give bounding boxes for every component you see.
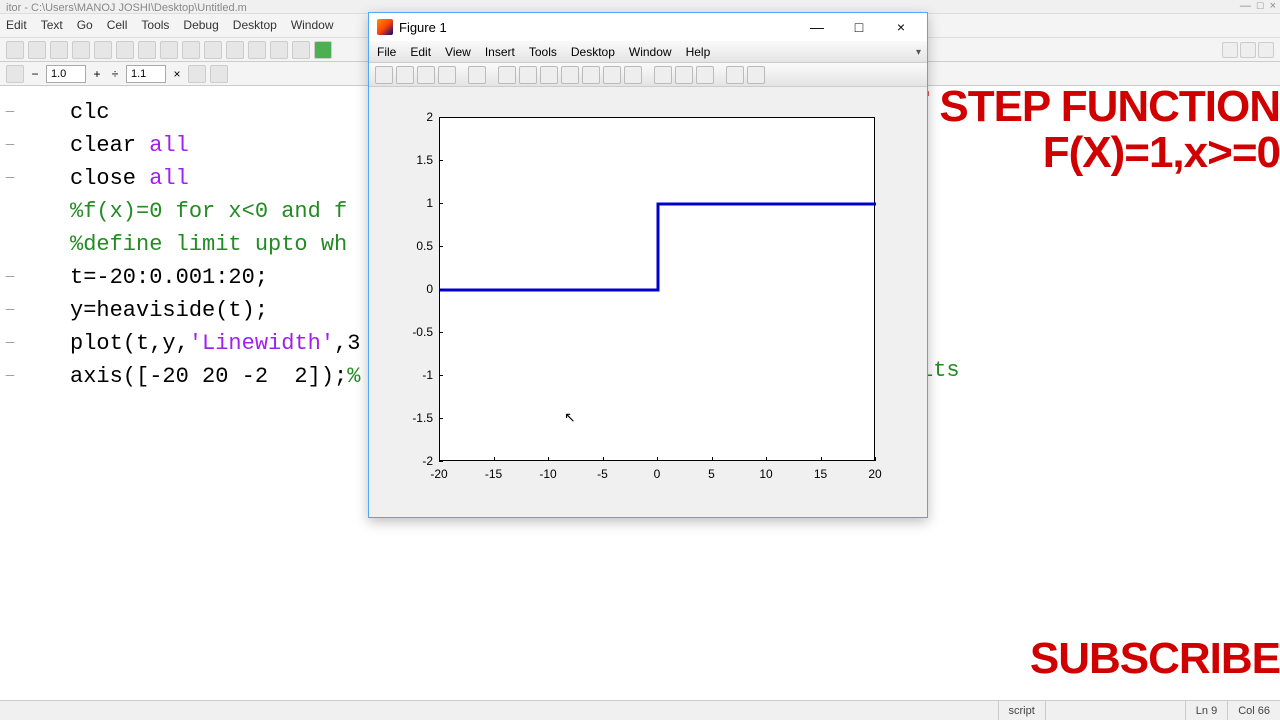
figure-titlebar[interactable]: Figure 1 — □ ×	[369, 13, 927, 41]
overlay-subscribe: SUBSCRIBE	[1030, 634, 1280, 684]
app-window-controls: — □ ×	[1240, 0, 1276, 12]
axes[interactable]	[439, 117, 875, 461]
overlay-equation: F(X)=1,x>=0	[1043, 128, 1280, 178]
find-icon[interactable]	[204, 41, 222, 59]
statusbar: script Ln 9 Col 66	[0, 700, 1280, 720]
fx-icon[interactable]	[292, 41, 310, 59]
undo-icon[interactable]	[138, 41, 156, 59]
layout-icon-1[interactable]	[1222, 42, 1238, 58]
fig-zoomin-icon[interactable]	[498, 66, 516, 84]
fig-rotate-icon[interactable]	[561, 66, 579, 84]
fig-menu-view[interactable]: View	[445, 45, 471, 59]
app-title: itor - C:\Users\MANOJ JOSHI\Desktop\Unti…	[6, 2, 247, 14]
fig-pointer-icon[interactable]	[468, 66, 486, 84]
menu-window[interactable]: Window	[291, 18, 334, 33]
figure-window[interactable]: Figure 1 — □ × File Edit View Insert Too…	[368, 12, 928, 518]
close-icon[interactable]: ×	[1270, 0, 1276, 12]
step-plot	[440, 118, 876, 462]
menu-go[interactable]: Go	[77, 18, 93, 33]
fig-save-icon[interactable]	[417, 66, 435, 84]
plot-area: -2-1.5-1-0.500.511.52-20-15-10-505101520…	[369, 87, 927, 517]
copy-icon[interactable]	[94, 41, 112, 59]
divide-icon[interactable]: ÷	[108, 67, 122, 81]
paste-icon[interactable]	[116, 41, 134, 59]
open-file-icon[interactable]	[28, 41, 46, 59]
minimize-icon[interactable]: —	[1240, 0, 1251, 12]
fig-menu-desktop[interactable]: Desktop	[571, 45, 615, 59]
run-icon[interactable]	[314, 41, 332, 59]
fig-colorbar-icon[interactable]	[654, 66, 672, 84]
fig-grid-icon[interactable]	[696, 66, 714, 84]
zoom-out-input[interactable]	[46, 65, 86, 83]
fig-maximize-icon[interactable]: □	[841, 15, 877, 39]
status-type: script	[998, 701, 1045, 720]
fig-menu-insert[interactable]: Insert	[485, 45, 515, 59]
menu-debug[interactable]: Debug	[183, 18, 218, 33]
fig-print-icon[interactable]	[438, 66, 456, 84]
fig-menu-tools[interactable]: Tools	[529, 45, 557, 59]
maximize-icon[interactable]: □	[1257, 0, 1264, 12]
figure-menubar: File Edit View Insert Tools Desktop Wind…	[369, 41, 927, 63]
status-blank	[1045, 701, 1185, 720]
fig-new-icon[interactable]	[375, 66, 393, 84]
fig-pan-icon[interactable]	[540, 66, 558, 84]
status-line: Ln 9	[1185, 701, 1227, 720]
fig-menu-edit[interactable]: Edit	[410, 45, 431, 59]
fig-legend-icon[interactable]	[675, 66, 693, 84]
fig-datacursor-icon[interactable]	[582, 66, 600, 84]
minus-icon[interactable]: −	[28, 67, 42, 81]
back-icon[interactable]	[248, 41, 266, 59]
fig-menu-help[interactable]: Help	[686, 45, 711, 59]
menu-tools[interactable]: Tools	[141, 18, 169, 33]
cell-info-icon[interactable]	[210, 65, 228, 83]
menu-cell[interactable]: Cell	[107, 18, 128, 33]
menu-desktop[interactable]: Desktop	[233, 18, 277, 33]
fig-undock-icon[interactable]	[747, 66, 765, 84]
fig-menu-file[interactable]: File	[377, 45, 396, 59]
fig-brush-icon[interactable]	[603, 66, 621, 84]
save-icon[interactable]	[50, 41, 68, 59]
menu-text[interactable]: Text	[41, 18, 63, 33]
menu-edit[interactable]: Edit	[6, 18, 27, 33]
figure-toolbar	[369, 63, 927, 87]
zoom-in-input[interactable]	[126, 65, 166, 83]
fig-link-icon[interactable]	[624, 66, 642, 84]
times-icon[interactable]: ×	[170, 67, 184, 81]
fig-close-icon[interactable]: ×	[883, 15, 919, 39]
fig-open-icon[interactable]	[396, 66, 414, 84]
matlab-logo-icon	[377, 19, 393, 35]
new-file-icon[interactable]	[6, 41, 24, 59]
plus-icon[interactable]: +	[90, 67, 104, 81]
print-icon[interactable]	[182, 41, 200, 59]
forward-icon[interactable]	[270, 41, 288, 59]
layout-icon-2[interactable]	[1240, 42, 1256, 58]
fig-minimize-icon[interactable]: —	[799, 15, 835, 39]
status-col: Col 66	[1227, 701, 1280, 720]
layout-icon-3[interactable]	[1258, 42, 1274, 58]
fig-menu-window[interactable]: Window	[629, 45, 672, 59]
function-icon[interactable]	[226, 41, 244, 59]
figure-title: Figure 1	[399, 20, 447, 35]
redo-icon[interactable]	[160, 41, 178, 59]
cut-icon[interactable]	[72, 41, 90, 59]
cell-icon[interactable]	[6, 65, 24, 83]
cell-run-icon[interactable]	[188, 65, 206, 83]
menubar-overflow-icon[interactable]: ▾	[916, 47, 921, 58]
fig-zoomout-icon[interactable]	[519, 66, 537, 84]
editor-gutter: ———————	[0, 96, 20, 393]
fig-dock-icon[interactable]	[726, 66, 744, 84]
